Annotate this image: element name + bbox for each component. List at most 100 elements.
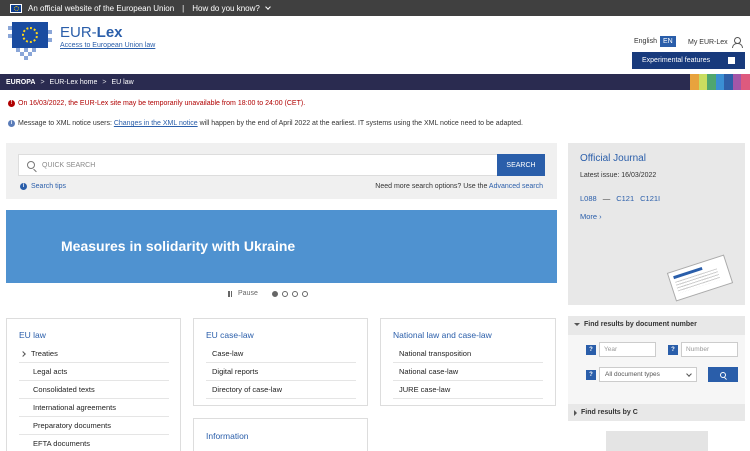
find-by-number-form: ? Year ? Number ? All document types xyxy=(568,335,745,404)
quick-search-input[interactable]: QUICK SEARCH xyxy=(18,154,498,176)
oj-link-l088[interactable]: L088 xyxy=(580,194,597,203)
find-by-classification-title: Find results by C xyxy=(581,409,638,416)
experimental-features-toggle[interactable]: Experimental features xyxy=(632,52,745,69)
caret-right-icon xyxy=(574,409,577,416)
eurlex-logo[interactable] xyxy=(8,22,52,64)
find-by-number-header[interactable]: Find results by document number xyxy=(574,321,697,328)
pause-icon[interactable] xyxy=(228,290,232,297)
eu-law-item-efta[interactable]: EFTA documents xyxy=(19,435,169,451)
pause-button[interactable]: Pause xyxy=(238,290,258,297)
carousel-dot-3[interactable] xyxy=(291,290,298,297)
search-tips-link[interactable]: i Search tips xyxy=(20,183,66,190)
list-item: Case-law xyxy=(212,349,244,358)
toggle-checkbox[interactable] xyxy=(728,57,735,64)
list-item: Consolidated texts xyxy=(33,385,95,394)
official-journal-title[interactable]: Official Journal xyxy=(580,153,646,164)
official-site-text: An official website of the European Unio… xyxy=(28,3,175,13)
carousel-dot-2[interactable] xyxy=(281,290,288,297)
quick-search-placeholder: QUICK SEARCH xyxy=(42,161,96,169)
xml-notice-text: Message to XML notice users: Changes in … xyxy=(18,120,523,127)
breadcrumb-eurlex-home[interactable]: EUR-Lex home xyxy=(50,79,98,86)
maintenance-alert-text: On 16/03/2022, the EUR-Lex site may be t… xyxy=(18,100,306,107)
help-icon[interactable]: ? xyxy=(668,345,678,355)
national-law-title[interactable]: National law and case-law xyxy=(393,330,492,340)
brand-suffix: Lex xyxy=(96,24,123,41)
official-eu-bar: An official website of the European Unio… xyxy=(0,0,750,16)
year-placeholder: Year xyxy=(604,346,618,353)
how-do-you-know-label: How do you know? xyxy=(192,3,260,13)
eu-law-item-consolidated[interactable]: Consolidated texts xyxy=(19,381,169,399)
document-type-select[interactable]: All document types xyxy=(599,367,697,382)
how-do-you-know-toggle[interactable]: How do you know? xyxy=(192,3,271,13)
breadcrumb-europa[interactable]: EUROPA xyxy=(6,79,35,86)
eu-case-law-title[interactable]: EU case-law xyxy=(206,330,254,340)
search-icon xyxy=(27,161,35,169)
eu-law-item-treaties[interactable]: Treaties xyxy=(19,345,169,363)
search-button[interactable]: SEARCH xyxy=(497,154,545,176)
breadcrumb: EUROPA > EUR-Lex home > EU law xyxy=(0,74,750,90)
oj-link-c121i[interactable]: C121I xyxy=(640,194,660,203)
eu-case-law-card: EU case-law Case-law Digital reports Dir… xyxy=(193,318,368,406)
my-eurlex-link[interactable]: My EUR-Lex xyxy=(688,37,743,48)
list-item: National case-law xyxy=(399,367,459,376)
color-strip xyxy=(690,74,750,90)
eu-law-item-agreements[interactable]: International agreements xyxy=(19,399,169,417)
list-item: JURE case-law xyxy=(399,385,451,394)
brand-name[interactable]: EUR-Lex xyxy=(60,24,123,41)
eu-law-item-preparatory[interactable]: Preparatory documents xyxy=(19,417,169,435)
oj-issue-links: L088 — C121 C121I xyxy=(580,194,660,203)
help-icon[interactable]: ? xyxy=(586,345,596,355)
banner-title: Measures in solidarity with Ukraine xyxy=(61,238,296,254)
find-by-number-panel: Find results by document number ? Year ?… xyxy=(568,316,745,404)
carousel-dot-1[interactable] xyxy=(271,290,278,297)
oj-link-c121[interactable]: C121 xyxy=(616,194,634,203)
language-selector[interactable]: English EN xyxy=(634,36,676,47)
carousel-controls: Pause xyxy=(228,290,308,297)
eu-law-card: EU law Treaties Legal acts Consolidated … xyxy=(6,318,181,451)
national-law-item[interactable]: National case-law xyxy=(393,363,543,381)
user-icon xyxy=(731,37,743,48)
document-type-value: All document types xyxy=(605,371,660,378)
my-eurlex-label: My EUR-Lex xyxy=(688,39,728,46)
breadcrumb-separator: > xyxy=(40,78,45,86)
ukraine-banner[interactable]: Measures in solidarity with Ukraine xyxy=(6,210,557,283)
list-item: Legal acts xyxy=(33,367,68,376)
list-item: EFTA documents xyxy=(33,439,90,448)
number-placeholder: Number xyxy=(686,346,710,353)
list-item: National transposition xyxy=(399,349,472,358)
eu-flag-icon xyxy=(12,22,48,48)
find-by-classification-header[interactable]: Find results by C xyxy=(568,404,745,421)
alert-icon: ! xyxy=(8,100,15,107)
carousel-dot-4[interactable] xyxy=(301,290,308,297)
list-item: International agreements xyxy=(33,403,116,412)
eu-case-law-item[interactable]: Digital reports xyxy=(206,363,356,381)
eu-case-law-item[interactable]: Directory of case-law xyxy=(206,381,356,399)
official-journal-panel: Official Journal Latest issue: 16/03/202… xyxy=(568,143,745,305)
more-search-options: Need more search options? Use the Advanc… xyxy=(375,183,543,190)
quick-search-panel: QUICK SEARCH SEARCH i Search tips Need m… xyxy=(6,143,557,199)
eu-law-item-legal-acts[interactable]: Legal acts xyxy=(19,363,169,381)
chevron-right-icon xyxy=(20,350,26,357)
national-law-item[interactable]: JURE case-law xyxy=(393,381,543,399)
more-search-text: Need more search options? Use the xyxy=(375,183,489,190)
number-input[interactable]: Number xyxy=(681,342,738,357)
oj-more-link[interactable]: More › xyxy=(580,212,602,221)
brand-tagline[interactable]: Access to European Union law xyxy=(60,42,155,49)
xml-notice-suffix: will happen by the end of April 2022 at … xyxy=(197,120,523,127)
year-input[interactable]: Year xyxy=(599,342,656,357)
advanced-search-link[interactable]: Advanced search xyxy=(489,183,543,190)
eu-case-law-item[interactable]: Case-law xyxy=(206,345,356,363)
search-tips-label: Search tips xyxy=(31,183,67,190)
list-item: Digital reports xyxy=(212,367,259,376)
help-icon[interactable]: ? xyxy=(586,370,596,380)
language-label: English xyxy=(634,38,657,45)
xml-notice-link[interactable]: Changes in the XML notice xyxy=(114,120,198,127)
oj-dash: — xyxy=(602,194,611,203)
list-item: Preparatory documents xyxy=(33,421,111,430)
information-title[interactable]: Information xyxy=(206,431,249,441)
national-law-item[interactable]: National transposition xyxy=(393,345,543,363)
breadcrumb-eu-law: EU law xyxy=(111,78,134,86)
eu-law-title[interactable]: EU law xyxy=(19,330,46,340)
breadcrumb-separator: > xyxy=(102,78,107,86)
find-search-button[interactable] xyxy=(708,367,738,382)
